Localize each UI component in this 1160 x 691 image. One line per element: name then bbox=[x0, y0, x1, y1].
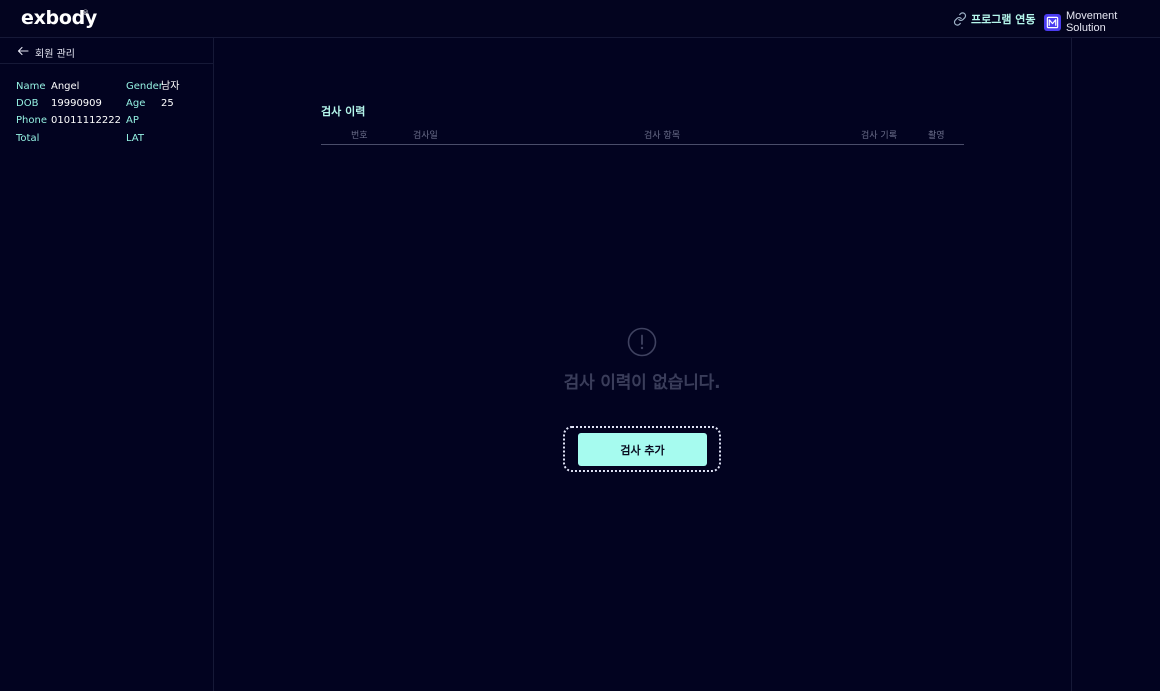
movement-solution-logo-icon bbox=[1044, 13, 1061, 31]
phone-value: 01011112222 bbox=[51, 115, 121, 126]
gender-label: Gender bbox=[126, 81, 163, 92]
add-exam-button[interactable]: 검사 추가 bbox=[578, 433, 707, 466]
exclamation-circle-icon bbox=[627, 327, 657, 357]
back-label: 회원 관리 bbox=[35, 49, 75, 60]
program-link-button[interactable]: 프로그램 연동 bbox=[953, 11, 1036, 27]
sidebar-divider bbox=[0, 63, 213, 64]
phone-label: Phone bbox=[16, 115, 47, 126]
right-divider bbox=[1071, 38, 1072, 691]
arrow-left-icon bbox=[17, 46, 29, 59]
gender-value: 남자 bbox=[161, 81, 180, 92]
movement-solution-button[interactable]: Movement Solution bbox=[1044, 10, 1160, 34]
name-label: Name bbox=[16, 81, 46, 92]
lat-label: LAT bbox=[126, 133, 144, 144]
column-header-exam-date: 검사일 bbox=[413, 131, 438, 141]
section-title-exam-history: 검사 이력 bbox=[321, 105, 366, 118]
member-sidebar: 회원 관리 Name Angel Gender 남자 DOB 19990909 … bbox=[0, 38, 214, 691]
ap-label: AP bbox=[126, 115, 139, 126]
column-header-exam-record: 검사 기록 bbox=[861, 131, 897, 141]
top-bar: exbody ® 프로그램 연동 Movement Solution bbox=[0, 0, 1160, 38]
dob-label: DOB bbox=[16, 98, 39, 109]
name-value: Angel bbox=[51, 81, 80, 92]
link-icon bbox=[953, 12, 967, 26]
age-value: 25 bbox=[161, 98, 174, 109]
age-label: Age bbox=[126, 98, 146, 109]
exam-history-table-header: 번호 검사일 검사 항목 검사 기록 촬영 bbox=[321, 128, 964, 145]
column-header-number: 번호 bbox=[351, 131, 368, 141]
column-header-photo: 촬영 bbox=[928, 131, 945, 141]
program-link-label: 프로그램 연동 bbox=[971, 13, 1036, 26]
total-label: Total bbox=[16, 133, 40, 144]
movement-solution-label: Movement Solution bbox=[1065, 10, 1118, 34]
back-to-member-management[interactable]: 회원 관리 bbox=[17, 45, 75, 60]
column-header-exam-items: 검사 항목 bbox=[644, 131, 680, 141]
dob-value: 19990909 bbox=[51, 98, 102, 109]
registered-mark: ® bbox=[82, 9, 89, 17]
